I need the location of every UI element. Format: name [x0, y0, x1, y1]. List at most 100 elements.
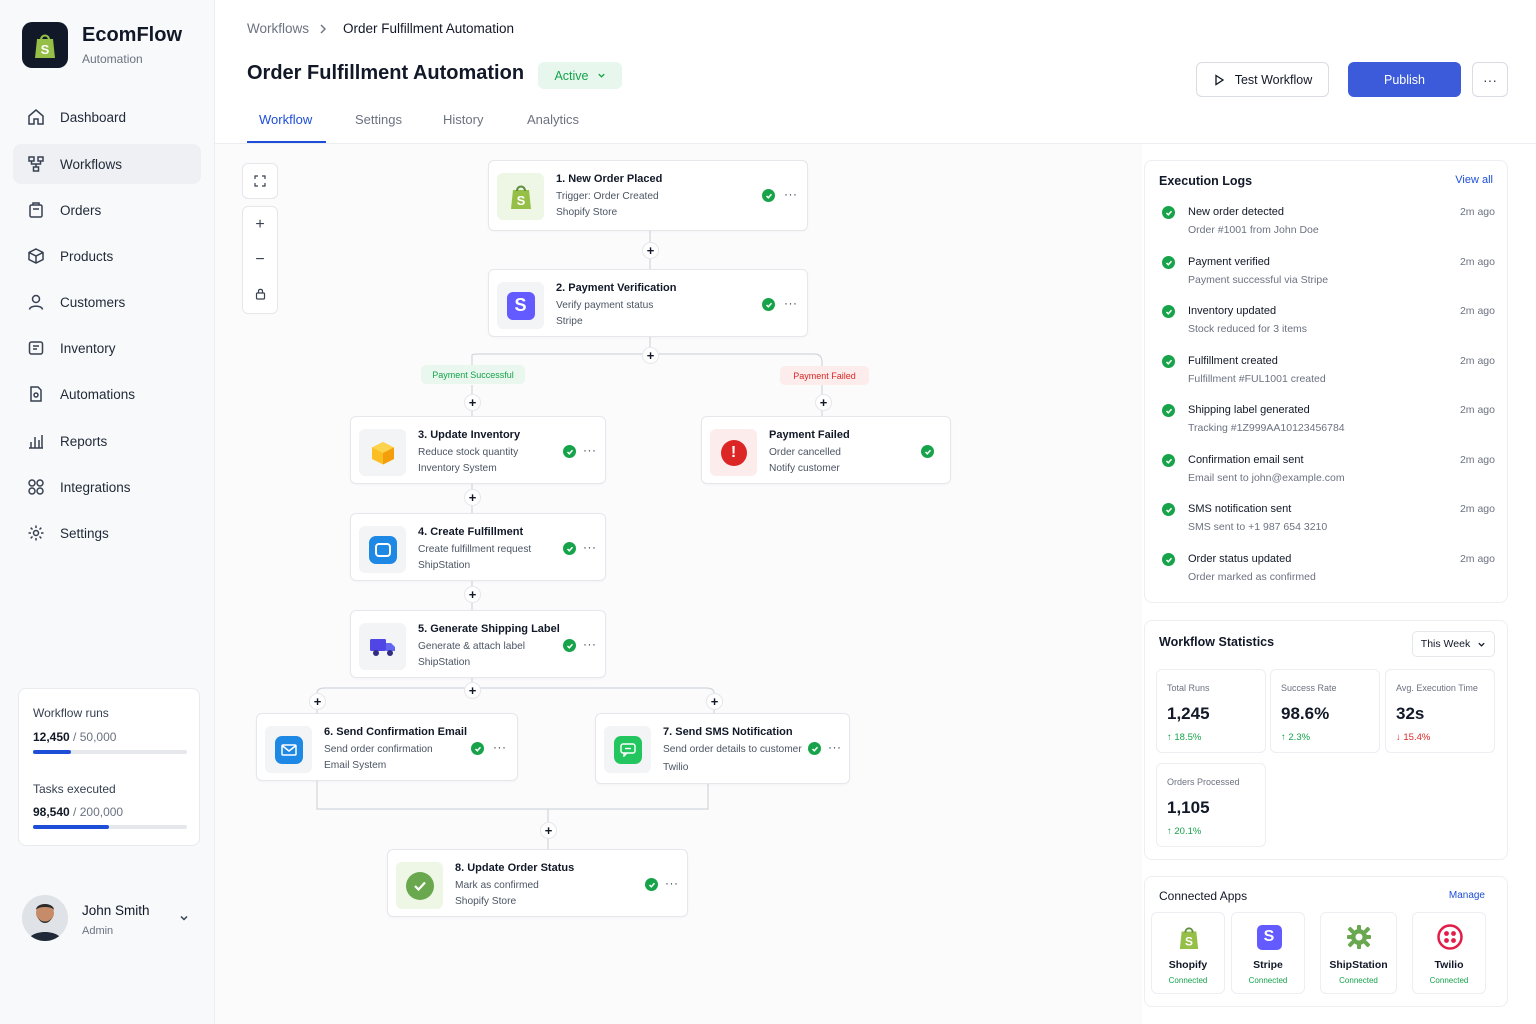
node-menu-icon[interactable]: ···	[828, 740, 842, 754]
log-time: 2m ago	[1459, 553, 1495, 565]
node-detail: Order cancelled	[769, 447, 841, 458]
execution-logs-title: Execution Logs	[1159, 174, 1253, 188]
app-name: Shopify	[1168, 959, 1208, 971]
period-label: This Week	[1420, 638, 1471, 650]
add-step-button[interactable]: +	[464, 586, 481, 603]
svg-text:S: S	[516, 193, 525, 208]
check-icon	[563, 639, 576, 652]
execution-logs-panel: Execution Logs View all New order detect…	[1144, 160, 1508, 603]
node-source: ShipStation	[418, 657, 471, 668]
log-title: SMS notification sent	[1188, 503, 1292, 515]
log-time: 2m ago	[1459, 454, 1495, 466]
node-source: Inventory System	[418, 463, 497, 474]
log-detail: Fulfillment #FUL1001 created	[1188, 373, 1326, 385]
stripe-icon: S	[1256, 924, 1282, 950]
stat-change: ↑ 18.5%	[1167, 732, 1202, 743]
log-time: 2m ago	[1459, 206, 1495, 218]
log-time: 2m ago	[1459, 305, 1495, 317]
node-title: 7. Send SMS Notification	[663, 726, 793, 738]
truck-icon	[359, 623, 406, 670]
stat-change: ↑ 20.1%	[1167, 826, 1202, 837]
log-detail: Stock reduced for 3 items	[1188, 323, 1308, 335]
period-select[interactable]: This Week	[1412, 631, 1495, 657]
node-menu-icon[interactable]: ···	[583, 540, 597, 554]
alert-icon: !	[710, 429, 757, 476]
node-title: 4. Create Fulfillment	[418, 526, 524, 538]
node-detail: Generate & attach label	[418, 641, 526, 652]
check-icon	[645, 878, 658, 891]
add-step-button[interactable]: +	[464, 682, 481, 699]
add-step-button[interactable]: +	[464, 489, 481, 506]
stat-label: Avg. Execution Time	[1396, 683, 1478, 693]
stat-card-success-rate: Success Rate 98.6% ↑ 2.3%	[1270, 669, 1380, 753]
node-menu-icon[interactable]: ···	[583, 637, 597, 651]
app-card-stripe[interactable]: S Stripe Connected	[1231, 912, 1305, 994]
workflow-node-payment-verification[interactable]: S 2. Payment Verification Verify payment…	[488, 269, 808, 337]
add-step-button[interactable]: +	[540, 822, 557, 839]
workflow-node-confirmation-email[interactable]: 6. Send Confirmation Email Send order co…	[256, 713, 518, 781]
chevron-down-icon	[1478, 642, 1485, 647]
stat-card-execution-time: Avg. Execution Time 32s ↓ 15.4%	[1385, 669, 1495, 753]
workflow-node-payment-failed[interactable]: ! Payment Failed Order cancelled Notify …	[701, 416, 951, 484]
add-step-button[interactable]: +	[815, 394, 832, 411]
workflow-statistics-panel: Workflow Statistics This Week Total Runs…	[1144, 620, 1508, 860]
node-source: ShipStation	[418, 560, 471, 571]
check-icon	[471, 742, 484, 755]
shipstation-icon	[359, 526, 406, 573]
add-step-button[interactable]: +	[642, 347, 659, 364]
check-icon	[1162, 454, 1175, 467]
statistics-title: Workflow Statistics	[1159, 635, 1275, 649]
app-status: Connected	[1339, 976, 1378, 985]
add-step-button[interactable]: +	[642, 242, 659, 259]
node-source: Stripe	[556, 316, 583, 327]
view-all-link[interactable]: View all	[1455, 174, 1493, 186]
log-title: Inventory updated	[1188, 305, 1277, 317]
node-menu-icon[interactable]: ···	[583, 443, 597, 457]
app-card-twilio[interactable]: Twilio Connected	[1412, 912, 1486, 994]
workflow-node-create-fulfillment[interactable]: 4. Create Fulfillment Create fulfillment…	[350, 513, 606, 581]
app-card-shipstation[interactable]: ShipStation Connected	[1320, 912, 1397, 994]
node-menu-icon[interactable]: ···	[784, 296, 798, 310]
node-title: 6. Send Confirmation Email	[324, 726, 468, 738]
workflow-node-update-inventory[interactable]: 3. Update Inventory Reduce stock quantit…	[350, 416, 606, 484]
node-title: 5. Generate Shipping Label	[418, 623, 560, 635]
log-detail: Email sent to john@example.com	[1188, 472, 1345, 484]
stripe-icon: S	[497, 282, 544, 329]
node-menu-icon[interactable]: ···	[493, 740, 507, 754]
node-menu-icon[interactable]: ···	[665, 876, 679, 890]
add-step-button[interactable]: +	[464, 394, 481, 411]
workflow-node-update-order-status[interactable]: 8. Update Order Status Mark as confirmed…	[387, 849, 688, 917]
log-time: 2m ago	[1459, 503, 1495, 515]
shopify-icon: S	[497, 173, 544, 220]
stat-label: Orders Processed	[1167, 777, 1240, 787]
stat-value: 98.6%	[1281, 704, 1330, 723]
app-name: Stripe	[1253, 959, 1283, 971]
node-title: Payment Failed	[769, 429, 850, 441]
check-icon	[762, 298, 775, 311]
node-menu-icon[interactable]: ···	[784, 187, 798, 201]
log-title: Confirmation email sent	[1188, 454, 1304, 466]
node-detail: Trigger: Order Created	[556, 191, 659, 202]
node-detail: Send order confirmation	[324, 744, 433, 755]
stat-card-total-runs: Total Runs 1,245 ↑ 18.5%	[1156, 669, 1266, 753]
node-source: Shopify Store	[556, 207, 618, 218]
email-icon	[265, 726, 312, 773]
twilio-icon	[1437, 924, 1463, 950]
stat-change: ↑ 2.3%	[1281, 732, 1311, 743]
log-detail: Tracking #1Z999AA10123456784	[1188, 422, 1345, 434]
app-status: Connected	[1168, 976, 1208, 985]
app-name: Twilio	[1434, 959, 1464, 971]
workflow-node-shipping-label[interactable]: 5. Generate Shipping Label Generate & at…	[350, 610, 606, 678]
log-detail: Order marked as confirmed	[1188, 571, 1316, 583]
workflow-node-new-order[interactable]: S 1. New Order Placed Trigger: Order Cre…	[488, 160, 808, 231]
app-card-shopify[interactable]: S Shopify Connected	[1151, 912, 1225, 994]
app-name: ShipStation	[1329, 959, 1388, 971]
add-step-button[interactable]: +	[706, 693, 723, 710]
workflow-node-sms-notification[interactable]: 7. Send SMS Notification Send order deta…	[595, 713, 850, 784]
check-icon	[1162, 553, 1175, 566]
node-detail: Verify payment status	[556, 300, 654, 311]
stat-value: 1,105	[1167, 798, 1210, 817]
app-status: Connected	[1248, 976, 1288, 985]
add-step-button[interactable]: +	[309, 693, 326, 710]
manage-link[interactable]: Manage	[1449, 890, 1485, 901]
